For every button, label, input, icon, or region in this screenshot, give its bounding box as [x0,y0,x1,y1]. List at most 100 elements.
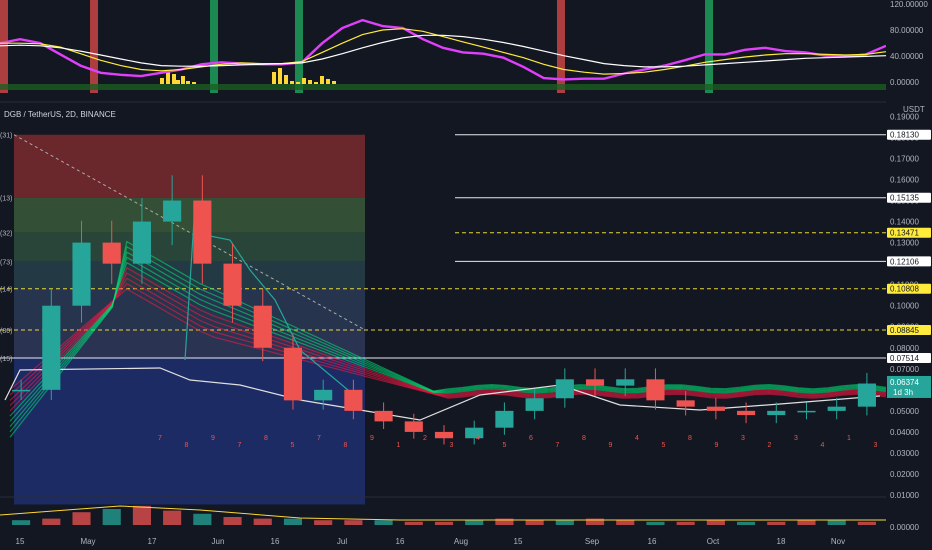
trading-chart[interactable]: 7 8 9 7 8 5 7 8 9 1 2 3 4 5 6 7 8 9 4 5 8 9 3 2 3 4 1 3 (31) (13) (32)… [0,0,932,550]
osc-fast-line [0,18,887,81]
osc-histogram-bar [186,81,190,84]
count-label: 6 [529,435,533,442]
count-label: 7 [238,442,242,449]
osc-histogram-bar [332,81,336,84]
level-price-text: 0.12106 [890,257,919,266]
price-tick-label: 0.03000 [890,449,919,458]
candle-body [616,379,635,386]
volume-bar [163,510,182,525]
fib-side-label: (14) [0,287,12,294]
osc-histogram-bar [181,76,185,84]
count-label: 4 [476,435,480,442]
candle-body [585,379,605,386]
price-tick-label: 0.02000 [890,470,919,479]
volume-bar [434,521,454,525]
osc-tick-label: 40.00000 [890,52,924,61]
count-label: 8 [688,435,692,442]
osc-tick-label: 120.00000 [890,0,928,9]
time-tick-label: 15 [16,537,25,546]
candle-body [857,383,876,407]
candle-body [102,242,121,264]
count-label: 3 [450,442,454,449]
count-label: 9 [609,442,613,449]
time-tick-label: 15 [514,537,523,546]
volume-bar [223,517,242,525]
candle-body [797,410,816,413]
price-tick-label: 0.14000 [890,218,919,227]
candle-body [42,305,61,390]
candle-body [676,400,695,407]
candle-body [434,431,454,439]
time-tick-label: Aug [454,537,468,546]
osc-tick-label: 80.00000 [890,26,924,35]
fib-side-label: (15) [0,356,12,363]
fib-side-label: (13) [0,196,12,203]
signal-bar [295,0,303,93]
volume-tick-label: 0.00000 [890,523,919,532]
time-tick-label: 16 [396,537,405,546]
time-tick-label: Nov [831,537,845,546]
volume-bar [42,518,61,525]
volume-bar [737,521,756,525]
volume-bar [344,520,363,525]
candle-body [555,379,574,399]
count-label: 8 [344,442,348,449]
count-label: 5 [503,442,507,449]
signal-bar [705,0,713,93]
volume-bar [404,521,423,525]
osc-histogram-bar [326,79,330,84]
price-tick-label: 0.17000 [890,154,919,163]
osc-histogram-bar [302,78,306,84]
osc-histogram-bar [308,80,312,84]
osc-histogram-bar [176,80,180,84]
level-price-text: 0.07514 [890,354,919,363]
price-tick-label: 0.05000 [890,407,919,416]
count-label: 9 [715,442,719,449]
count-label: 8 [582,435,586,442]
count-label: 3 [741,435,745,442]
osc-histogram-bar [172,74,176,84]
price-tick-label: 0.10000 [890,302,919,311]
volume-bar [314,520,333,525]
osc-histogram-bar [296,82,300,84]
price-axis[interactable]: 120.0000080.0000040.000000.00000USDT0.19… [886,0,932,550]
time-tick-label: Sep [585,537,600,546]
count-label: 1 [397,442,401,449]
count-label: 9 [370,435,374,442]
time-tick-label: Jul [337,537,347,546]
countdown-text: 1d 3h [893,388,913,397]
fib-side-label: (73) [0,259,12,266]
count-label: 2 [423,435,427,442]
price-tick-label: 0.16000 [890,176,919,185]
price-tick-label: 0.07000 [890,365,919,374]
fib-zone [14,197,365,233]
time-axis[interactable]: 15 May 17 Jun 16 Jul 16 Aug 15 Sep 16 Oct 18 Nov [16,537,846,546]
level-price-text: 0.08845 [890,326,919,335]
volume-bar [283,518,303,525]
candle-body [193,200,212,264]
candle-body [495,410,514,428]
time-tick-label: Jun [212,537,225,546]
level-price-text: 0.13471 [890,229,919,238]
candle-body [525,398,544,411]
candle-body [12,389,31,392]
volume-bar [132,505,151,525]
candle-body [706,406,725,411]
volume-bar [676,521,695,525]
candle-body [72,242,91,306]
time-tick-label: 16 [271,537,280,546]
candle-body [163,200,182,222]
count-label: 4 [635,435,639,442]
fib-side-label: (31) [0,133,12,140]
count-label: 9 [211,435,215,442]
time-tick-label: Oct [707,537,720,546]
osc-histogram-bar [290,81,294,84]
fib-side-label: (32) [0,231,12,238]
count-label: 3 [874,442,878,449]
osc-histogram-bar [272,72,276,84]
osc-histogram-bar [284,75,288,84]
time-tick-label: 17 [148,537,157,546]
volume-bar [797,520,816,525]
price-tick-label: 0.01000 [890,491,919,500]
time-tick-label: 16 [648,537,657,546]
